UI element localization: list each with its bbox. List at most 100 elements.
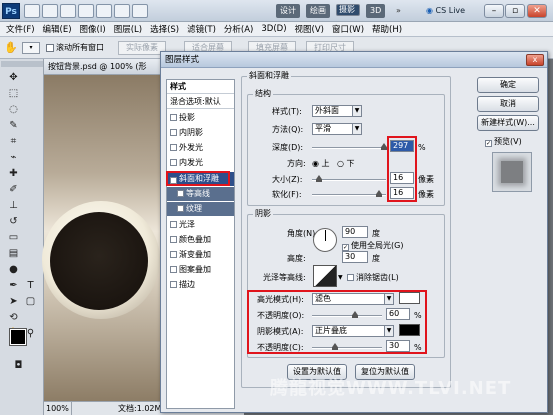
global-light-checkbox[interactable]: ✓ 使用全局光(G)	[342, 240, 403, 251]
pen-tool-icon[interactable]: ✒	[7, 279, 20, 292]
cs-live-button[interactable]: ◉ CS Live	[423, 4, 481, 18]
chevron-down-icon[interactable]: ▼	[338, 274, 343, 281]
screen-mode-icon[interactable]	[132, 4, 148, 18]
gloss-contour-picker[interactable]	[313, 265, 337, 287]
history-brush-tool-icon[interactable]: ↺	[7, 215, 20, 228]
style-item-texture[interactable]: 纹理	[167, 202, 234, 216]
checkbox[interactable]	[170, 114, 177, 121]
menu-help[interactable]: 帮助(H)	[372, 23, 402, 35]
quick-select-tool-icon[interactable]: ✎	[7, 119, 20, 132]
menu-edit[interactable]: 编辑(E)	[43, 23, 72, 35]
menu-3d[interactable]: 3D(D)	[261, 24, 286, 34]
style-item-gradient-overlay[interactable]: 渐变叠加	[167, 248, 234, 262]
quick-mask-icon[interactable]: ◘	[12, 359, 25, 372]
lasso-tool-icon[interactable]: ◌	[7, 103, 20, 116]
menu-image[interactable]: 图像(I)	[80, 23, 106, 35]
close-window-button[interactable]: ✕	[527, 4, 547, 18]
workspace-3d[interactable]: 3D	[366, 4, 386, 18]
healing-brush-tool-icon[interactable]: ✚	[7, 167, 20, 180]
size-slider[interactable]	[312, 175, 386, 182]
menu-window[interactable]: 窗口(W)	[332, 23, 364, 35]
checkbox[interactable]	[177, 190, 184, 197]
angle-dial[interactable]	[313, 228, 337, 252]
rotate-view-icon[interactable]	[96, 4, 112, 18]
checkbox[interactable]	[170, 281, 177, 288]
arrange-documents-icon[interactable]	[114, 4, 130, 18]
style-item-pattern-overlay[interactable]: 图案叠加	[167, 263, 234, 277]
bevel-style-select[interactable]: 外斜面 ▼	[312, 105, 362, 117]
dialog-title-bar[interactable]: 图层样式	[161, 52, 547, 68]
restore-button[interactable]: ▫	[505, 4, 525, 18]
menu-view[interactable]: 视图(V)	[295, 23, 324, 35]
style-item-satin[interactable]: 光泽	[167, 218, 234, 232]
tool-preset-picker[interactable]: ▾	[22, 42, 40, 54]
menu-filter[interactable]: 滤镜(T)	[187, 23, 216, 35]
actual-pixels-button[interactable]: 实际像素	[118, 41, 166, 55]
style-item-label: 内阴影	[179, 128, 203, 137]
zoom-level-icon[interactable]	[60, 4, 76, 18]
minimize-button[interactable]: –	[484, 4, 504, 18]
blur-tool-icon[interactable]: ●	[7, 263, 20, 276]
highlight-box-style	[166, 171, 230, 186]
toolbox-grip[interactable]	[1, 61, 43, 67]
direction-down-radio[interactable]: ○ 下	[337, 158, 355, 169]
path-select-tool-icon[interactable]: ➤	[7, 295, 20, 308]
style-item-stroke[interactable]: 描边	[167, 278, 234, 292]
zoom-level[interactable]: 100%	[46, 402, 72, 415]
type-tool-icon[interactable]: T	[24, 279, 37, 292]
brush-tool-icon[interactable]: ✐	[7, 183, 20, 196]
checkbox[interactable]	[170, 266, 177, 273]
style-item-color-overlay[interactable]: 颜色叠加	[167, 233, 234, 247]
anti-alias-checkbox[interactable]: 消除锯齿(L)	[347, 272, 399, 283]
workspace-painting[interactable]: 绘画	[306, 4, 330, 18]
workspace-more[interactable]: »	[392, 4, 405, 18]
hand-tool-icon[interactable]	[78, 4, 94, 18]
style-item-inner-glow[interactable]: 内发光	[167, 156, 234, 170]
checkbox[interactable]	[170, 221, 177, 228]
cs-live-label: CS Live	[435, 6, 466, 15]
style-list-blending-options[interactable]: 混合选项:默认	[167, 95, 234, 109]
crop-tool-icon[interactable]: ⌗	[7, 135, 20, 148]
angle-input[interactable]: 90	[342, 226, 368, 238]
technique-select[interactable]: 平滑 ▼	[312, 123, 362, 135]
move-tool-icon[interactable]: ✥	[7, 71, 20, 84]
scroll-all-checkbox[interactable]	[46, 44, 54, 52]
direction-up-radio[interactable]: ◉ 上	[312, 158, 330, 169]
shape-tool-icon[interactable]: ▢	[24, 295, 37, 308]
checkbox[interactable]	[170, 129, 177, 136]
style-item-inner-shadow[interactable]: 内阴影	[167, 126, 234, 140]
checkbox[interactable]	[170, 144, 177, 151]
style-list-header-styles[interactable]: 样式	[167, 80, 234, 94]
checkbox[interactable]	[170, 159, 177, 166]
style-item-drop-shadow[interactable]: 投影	[167, 111, 234, 125]
checkbox[interactable]	[170, 236, 177, 243]
checkbox[interactable]	[177, 205, 184, 212]
new-style-button[interactable]: 新建样式(W)...	[477, 115, 539, 131]
workspace-design[interactable]: 设计	[276, 4, 300, 18]
3d-rotate-tool-icon[interactable]: ⟲	[7, 311, 20, 324]
style-item-outer-glow[interactable]: 外发光	[167, 141, 234, 155]
menu-analysis[interactable]: 分析(A)	[224, 23, 253, 35]
workspace-photography[interactable]: 摄影	[336, 4, 360, 16]
depth-slider[interactable]	[312, 143, 387, 150]
style-item-contour[interactable]: 等高线	[167, 187, 234, 201]
soften-slider[interactable]	[312, 190, 386, 197]
ok-button[interactable]: 确定	[477, 77, 539, 93]
dialog-close-button[interactable]: x	[526, 54, 544, 66]
menu-select[interactable]: 选择(S)	[150, 23, 179, 35]
bridge-icon[interactable]	[24, 4, 40, 18]
eyedropper-tool-icon[interactable]: ⌁	[7, 151, 20, 164]
menu-layer[interactable]: 图层(L)	[114, 23, 142, 35]
clone-stamp-tool-icon[interactable]: ⊥	[7, 199, 20, 212]
marquee-tool-icon[interactable]: ⬚	[7, 87, 20, 100]
foreground-color-swatch[interactable]	[9, 328, 27, 346]
cancel-button[interactable]: 取消	[477, 96, 539, 112]
eraser-tool-icon[interactable]: ▭	[7, 231, 20, 244]
checkbox[interactable]	[170, 251, 177, 258]
altitude-input[interactable]: 30	[342, 251, 368, 263]
menu-file[interactable]: 文件(F)	[6, 23, 35, 35]
minibridge-icon[interactable]	[42, 4, 58, 18]
gradient-tool-icon[interactable]: ▤	[7, 247, 20, 260]
altitude-unit: 度	[372, 254, 380, 263]
preview-checkbox[interactable]: ✓ 预览(V)	[485, 136, 522, 147]
